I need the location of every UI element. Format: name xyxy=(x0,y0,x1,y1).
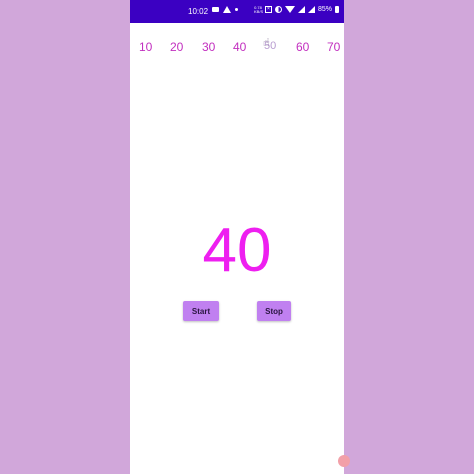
wifi-icon xyxy=(285,6,295,13)
status-notification-icons xyxy=(212,6,238,13)
data-saver-icon xyxy=(275,6,282,13)
warning-icon xyxy=(223,6,231,13)
status-time: 10:02 xyxy=(188,7,209,16)
video-icon xyxy=(212,7,219,12)
battery-percent: 85% xyxy=(318,6,333,13)
dot-icon xyxy=(235,8,238,11)
signal-icon-2 xyxy=(308,6,315,13)
network-speed: 0.78 KB/S xyxy=(254,4,264,14)
current-value-display: 40 xyxy=(202,216,272,285)
start-button[interactable]: Start xyxy=(183,301,219,321)
picker-item-70[interactable]: 70 xyxy=(327,40,340,54)
picker-item-10[interactable]: 10 xyxy=(139,40,152,54)
status-bar: 10:02 0.78 KB/S × 85% xyxy=(130,0,344,23)
phone-screen: 10:02 0.78 KB/S × 85% 10 20 30 40 50 ☝ 6… xyxy=(130,0,344,474)
battery-icon xyxy=(335,6,340,13)
nfc-icon: × xyxy=(265,6,272,13)
picker-item-20[interactable]: 20 xyxy=(170,40,183,54)
floating-dot xyxy=(338,455,350,467)
signal-icon xyxy=(298,6,305,13)
picker-item-60[interactable]: 60 xyxy=(296,40,309,54)
touch-hand-icon: ☝ xyxy=(263,37,270,49)
picker-item-30[interactable]: 30 xyxy=(202,40,215,54)
picker-item-40[interactable]: 40 xyxy=(233,40,246,54)
status-system-icons: 0.78 KB/S × 85% xyxy=(254,4,340,14)
number-picker[interactable]: 10 20 30 40 50 ☝ 60 70 xyxy=(130,36,344,58)
stop-button[interactable]: Stop xyxy=(257,301,291,321)
picker-item-50[interactable]: 50 ☝ xyxy=(263,37,276,52)
